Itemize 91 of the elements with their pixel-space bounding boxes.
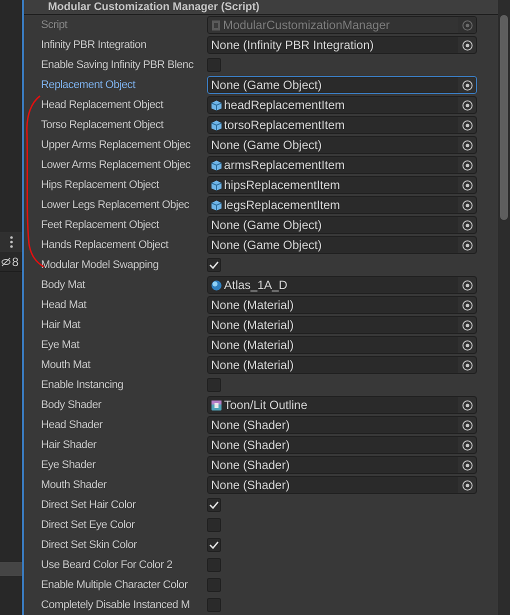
component-header[interactable]: Modular Customization Manager (Script) <box>24 0 498 15</box>
field-label: Script <box>40 18 68 33</box>
object-field[interactable]: None (Material) <box>207 316 477 334</box>
cube-icon <box>211 180 222 190</box>
field-label: Torso Replacement Object <box>40 118 165 133</box>
object-field[interactable]: headReplacementItem <box>207 96 477 114</box>
field-label: Use Beard Color For Color 2 <box>40 558 174 573</box>
field-label: Infinity PBR Integration <box>40 38 148 53</box>
field-label: Body Mat <box>40 278 86 293</box>
object-picker-icon[interactable] <box>462 320 472 330</box>
field-label: Eye Shader <box>40 458 97 473</box>
field-label: Lower Legs Replacement Objec <box>40 198 190 213</box>
object-field[interactable]: Toon/Lit Outline <box>207 396 477 414</box>
sphere-icon <box>211 280 222 290</box>
shader-icon <box>211 400 222 410</box>
object-picker-icon[interactable] <box>462 400 472 410</box>
checkmark-icon <box>209 261 219 269</box>
object-picker-icon[interactable] <box>462 120 472 130</box>
cube-icon <box>211 160 222 170</box>
scrollbar[interactable] <box>498 0 510 615</box>
field-label: Hair Mat <box>40 318 82 333</box>
object-picker-icon[interactable] <box>462 360 472 370</box>
object-field[interactable]: None (Shader) <box>207 416 477 434</box>
object-picker-icon[interactable] <box>462 80 472 90</box>
field-label: Head Mat <box>40 298 88 313</box>
object-picker-icon[interactable] <box>462 140 472 150</box>
checkmark-icon <box>209 501 219 509</box>
field-label: Eye Mat <box>40 338 80 353</box>
object-field[interactable]: legsReplacementItem <box>207 196 477 214</box>
cube-icon <box>211 120 222 130</box>
object-field[interactable]: Atlas_1A_D <box>207 276 477 294</box>
field-label: Lower Arms Replacement Objec <box>40 158 192 173</box>
field-label: Hips Replacement Object <box>40 178 160 193</box>
object-field[interactable]: None (Game Object) <box>207 136 477 154</box>
object-field[interactable]: None (Game Object) <box>207 236 477 254</box>
field-label: Completely Disable Instanced M <box>40 598 191 613</box>
cube-icon <box>211 200 222 210</box>
object-field[interactable]: None (Shader) <box>207 436 477 454</box>
object-picker-icon[interactable] <box>462 180 472 190</box>
field-label: Replacement Object <box>40 78 136 93</box>
field-label: Mouth Mat <box>40 358 92 373</box>
object-picker-icon[interactable] <box>462 40 472 50</box>
field-label: Direct Set Skin Color <box>40 538 138 553</box>
object-field[interactable]: torsoReplacementItem <box>207 116 477 134</box>
field-label: Upper Arms Replacement Objec <box>40 138 192 153</box>
object-picker-icon[interactable] <box>462 340 472 350</box>
object-picker-icon[interactable] <box>462 220 472 230</box>
field-label: Modular Model Swapping <box>40 258 160 273</box>
object-field[interactable]: None (Game Object) <box>207 216 477 234</box>
object-field[interactable]: None (Material) <box>207 296 477 314</box>
field-label: Body Shader <box>40 398 102 413</box>
object-picker-icon[interactable] <box>462 300 472 310</box>
object-picker-icon[interactable] <box>462 440 472 450</box>
field-label: Hands Replacement Object <box>40 238 170 253</box>
object-field[interactable]: None (Infinity PBR Integration) <box>207 36 477 54</box>
field-label: Enable Multiple Character Color <box>40 578 189 593</box>
script-icon <box>211 20 221 30</box>
object-field[interactable]: None (Shader) <box>207 456 477 474</box>
object-picker-icon[interactable] <box>462 480 472 490</box>
checkmark-icon <box>209 541 219 549</box>
object-picker-icon[interactable] <box>462 100 472 110</box>
object-picker-icon[interactable] <box>462 160 472 170</box>
object-field[interactable]: armsReplacementItem <box>207 156 477 174</box>
object-field[interactable]: None (Shader) <box>207 476 477 494</box>
object-field[interactable]: None (Material) <box>207 356 477 374</box>
field-label: Direct Set Hair Color <box>40 498 137 513</box>
hidden-eye-icon[interactable] <box>1 256 11 266</box>
field-label: Enable Instancing <box>40 378 124 393</box>
object-picker-icon[interactable] <box>462 280 472 290</box>
field-label: Direct Set Eye Color <box>40 518 136 533</box>
object-picker-icon[interactable] <box>462 420 472 430</box>
field-label: Head Shader <box>40 418 104 433</box>
object-picker-icon[interactable] <box>462 460 472 470</box>
object-picker-icon[interactable] <box>462 240 472 250</box>
hidden-count: 8 <box>12 256 19 268</box>
checkbox[interactable] <box>207 498 221 512</box>
object-field[interactable]: None (Game Object) <box>207 76 477 94</box>
field-label: Hair Shader <box>40 438 98 453</box>
object-picker-icon[interactable] <box>462 200 472 210</box>
object-field[interactable]: hipsReplacementItem <box>207 176 477 194</box>
field-label: Enable Saving Infinity PBR Blenc <box>40 58 194 73</box>
cube-icon <box>211 100 222 110</box>
field-label: Mouth Shader <box>40 478 108 493</box>
component-title: Modular Customization Manager (Script) <box>48 0 260 14</box>
more-options-icon[interactable] <box>0 232 22 252</box>
checkbox[interactable] <box>207 538 221 552</box>
checkbox[interactable] <box>207 258 221 272</box>
field-label: Head Replacement Object <box>40 98 164 113</box>
field-label: Feet Replacement Object <box>40 218 160 233</box>
scrollbar-thumb[interactable] <box>500 15 508 220</box>
object-field[interactable]: None (Material) <box>207 336 477 354</box>
